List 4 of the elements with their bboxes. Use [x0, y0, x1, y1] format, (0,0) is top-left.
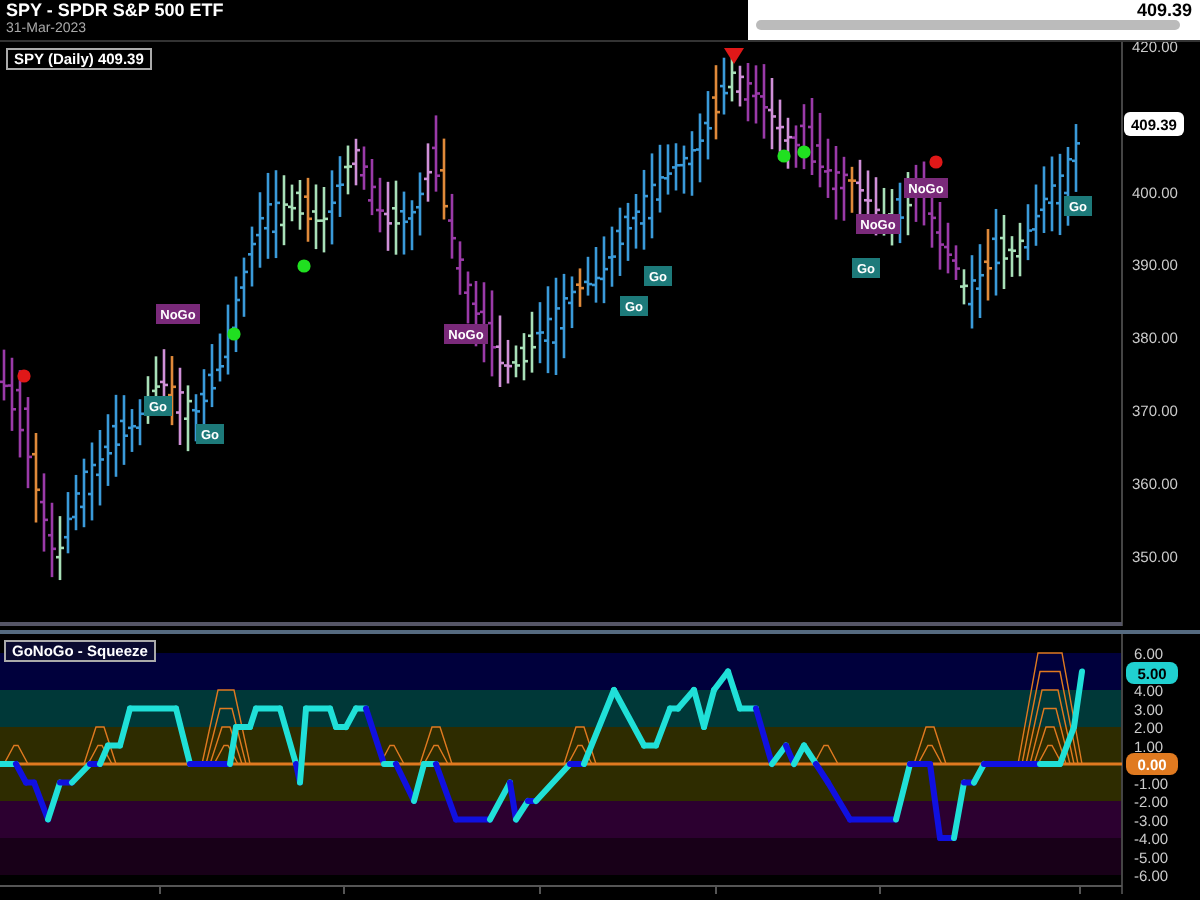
chart-title: SPY - SPDR S&P 500 ETF [6, 0, 224, 20]
last-price: 409.39 [1136, 0, 1192, 20]
scroll-bar[interactable] [756, 20, 1180, 30]
triangle-icon [724, 48, 744, 64]
